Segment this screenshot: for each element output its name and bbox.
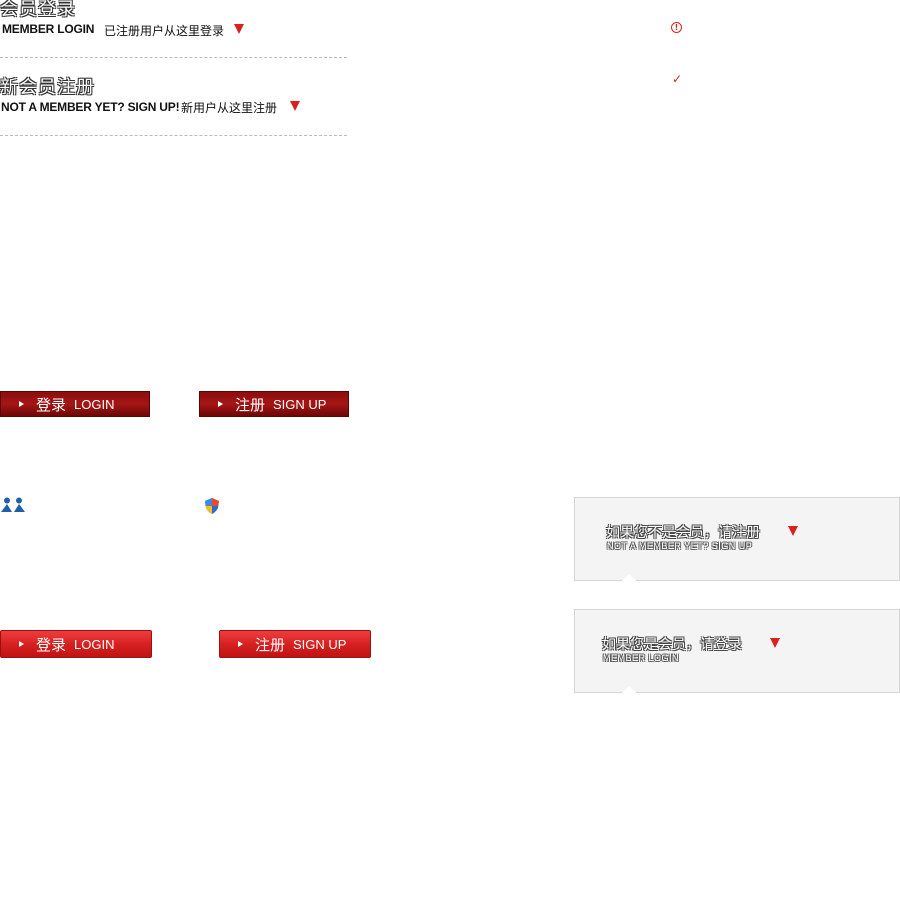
register-tooltip-en: NOT A MEMBER YET? SIGN UP [607, 541, 753, 551]
play-icon [19, 401, 24, 407]
register-hint: 新用户从这里注册 [181, 101, 278, 115]
login-tooltip-en: MEMBER LOGIN [603, 653, 680, 663]
login-tooltip-pointer [622, 686, 636, 693]
login-title: 会员登录 [0, 0, 76, 20]
shield-icon [205, 498, 219, 514]
play-icon [238, 641, 243, 647]
login-button-en-label: LOGIN [74, 636, 115, 652]
signup-button-bright[interactable]: 注册 SIGN UP [219, 630, 371, 658]
signup-button-en-label: SIGN UP [293, 636, 347, 652]
login-button-bright[interactable]: 登录 LOGIN [0, 630, 152, 658]
members-icon [1, 497, 25, 512]
play-icon [218, 401, 223, 407]
register-tooltip-arrow-icon[interactable] [788, 526, 798, 536]
register-expand-arrow-icon[interactable] [290, 101, 300, 111]
warning-icon: ! [671, 22, 682, 33]
register-divider [0, 135, 347, 136]
login-expand-arrow-icon[interactable] [234, 24, 244, 34]
check-icon: ✓ [672, 72, 683, 86]
login-button-cn-label: 登录 [36, 395, 67, 414]
signup-button-dark[interactable]: 注册 SIGN UP [199, 391, 349, 417]
login-button-cn-label: 登录 [36, 635, 67, 654]
register-subtitle: NOT A MEMBER YET? SIGN UP! [1, 100, 180, 114]
signup-button-cn-label: 注册 [255, 635, 286, 654]
register-tooltip-cn: 如果您不是会员，请注册 [606, 525, 760, 541]
login-button-en-label: LOGIN [74, 396, 115, 412]
login-tooltip-arrow-icon[interactable] [770, 638, 780, 648]
login-subtitle: MEMBER LOGIN [2, 22, 95, 36]
play-icon [19, 641, 24, 647]
signup-button-en-label: SIGN UP [273, 396, 327, 412]
login-tooltip-cn: 如果您是会员，请登录 [602, 637, 742, 653]
register-title: 新会员注册 [0, 77, 95, 98]
login-hint: 已注册用户从这里登录 [104, 24, 225, 38]
signup-button-cn-label: 注册 [235, 395, 266, 414]
register-tooltip-pointer [622, 574, 636, 581]
login-divider [0, 57, 347, 58]
login-button-dark[interactable]: 登录 LOGIN [0, 391, 150, 417]
